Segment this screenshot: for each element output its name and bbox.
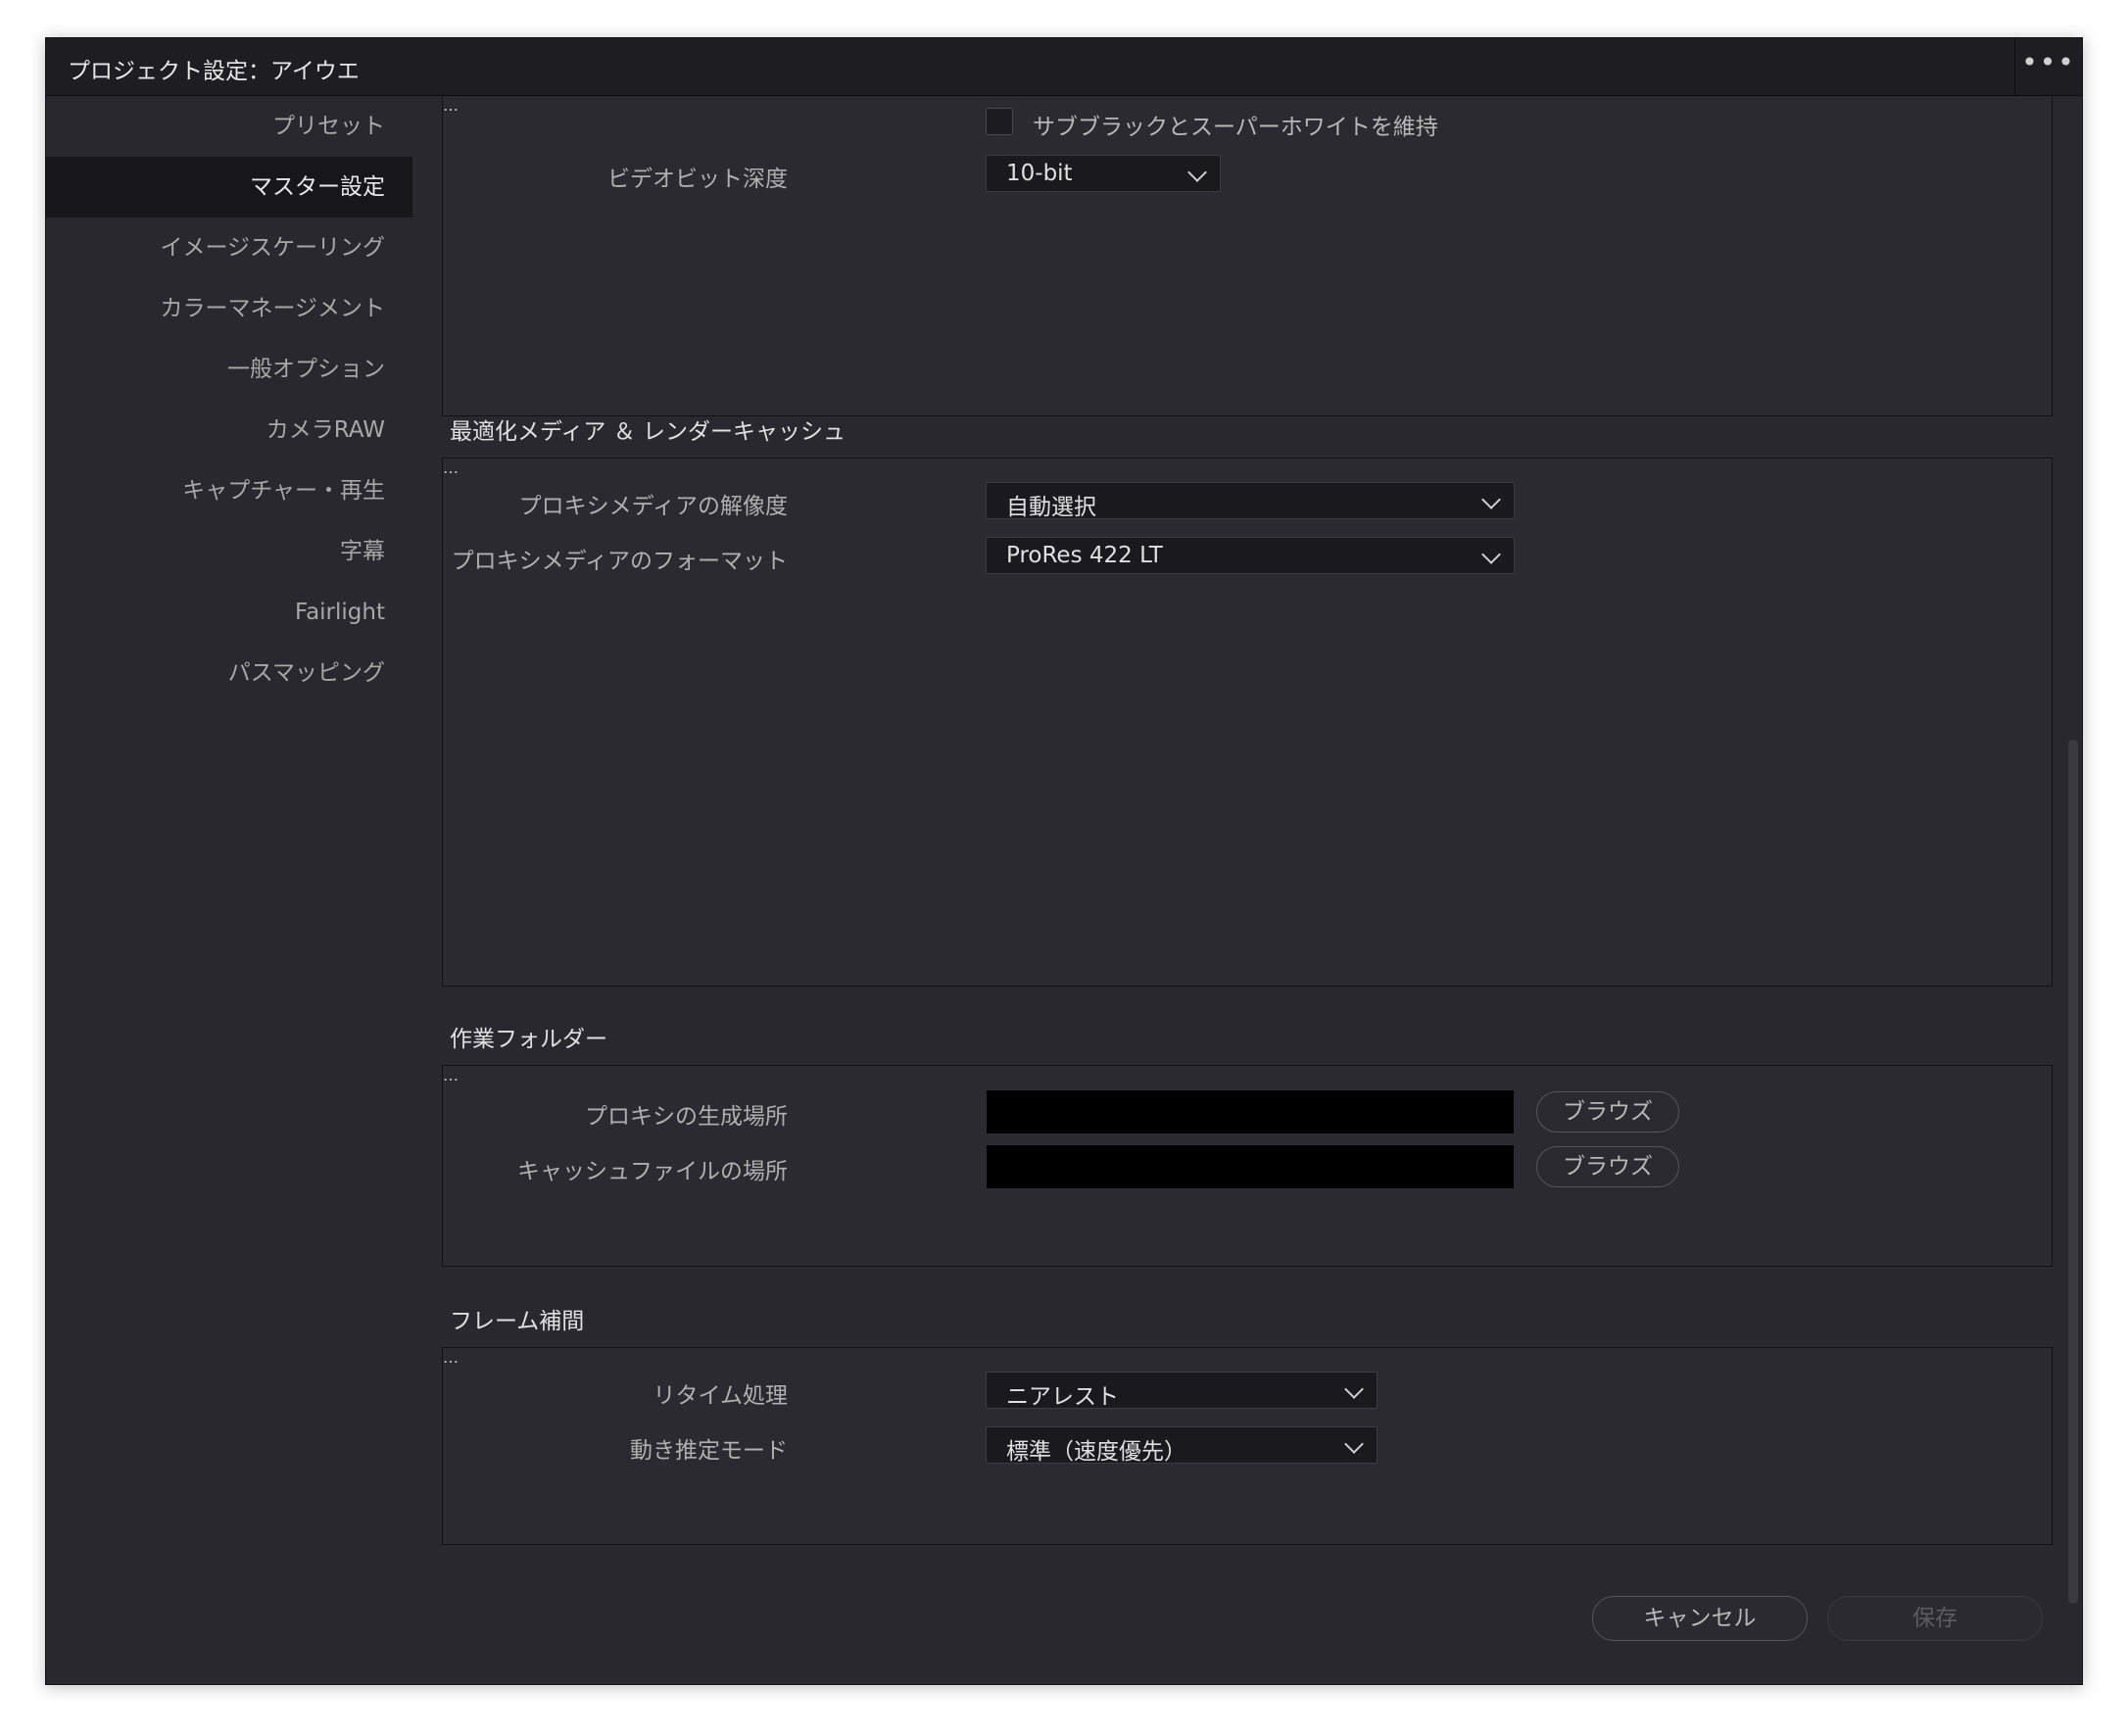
super-black-checkbox[interactable] xyxy=(986,108,1013,135)
proxy-format-value: ProRes 422 LT xyxy=(1006,543,1163,568)
optimized-media-section-title: 最適化メディア ＆ レンダーキャッシュ xyxy=(450,419,846,445)
cache-location-label: キャッシュファイルの場所 xyxy=(517,1159,788,1184)
super-black-label: サブブラックとスーパーホワイトを維持 xyxy=(1033,115,1438,140)
retime-value: ニアレスト xyxy=(1006,1384,1119,1410)
chevron-down-icon xyxy=(1187,163,1207,182)
optimized-media-panel: プロキシメディアの解像度 自動選択 プロキシメディアのフォーマット ProRes… xyxy=(442,458,2053,987)
sidebar-item-camera-raw[interactable]: カメラRAW xyxy=(46,400,412,460)
video-bit-depth-label: ビデオビット深度 xyxy=(607,167,788,192)
sidebar-item-general-options[interactable]: 一般オプション xyxy=(46,339,412,400)
retime-label: リタイム処理 xyxy=(653,1383,788,1409)
cancel-button[interactable]: キャンセル xyxy=(1592,1596,1808,1641)
cache-location-field[interactable] xyxy=(986,1144,1515,1189)
proxy-location-label: プロキシの生成場所 xyxy=(585,1104,788,1130)
motion-mode-dropdown[interactable]: 標準（速度優先） xyxy=(986,1426,1378,1465)
motion-mode-value: 標準（速度優先） xyxy=(1006,1439,1186,1465)
sidebar-item-subtitles[interactable]: 字幕 xyxy=(46,521,412,582)
retime-dropdown[interactable]: ニアレスト xyxy=(986,1372,1378,1410)
title-bar: プロジェクト設定：アイウエ ••• xyxy=(46,38,2082,96)
video-bit-depth-value: 10-bit xyxy=(1006,161,1073,186)
frame-interpolation-panel: リタイム処理 ニアレスト 動き推定モード 標準（速度優先） … xyxy=(442,1347,2053,1545)
working-folders-section-title: 作業フォルダー xyxy=(450,1027,607,1052)
sidebar-item-master-settings[interactable]: マスター設定 xyxy=(46,157,412,217)
chevron-down-icon xyxy=(1344,1379,1364,1399)
proxy-format-label: プロキシメディアのフォーマット xyxy=(451,549,788,574)
proxy-resolution-dropdown[interactable]: 自動選択 xyxy=(986,482,1515,520)
sidebar-item-color-management[interactable]: カラーマネージメント xyxy=(46,278,412,339)
more-options-icon[interactable]: ••• xyxy=(2014,38,2082,95)
sidebar-item-path-mapping[interactable]: パスマッピング xyxy=(46,643,412,703)
save-button[interactable]: 保存 xyxy=(1827,1596,2043,1641)
chevron-down-icon xyxy=(1344,1434,1364,1454)
cache-browse-button[interactable]: ブラウズ xyxy=(1536,1146,1679,1187)
chevron-down-icon xyxy=(1481,545,1501,564)
proxy-location-field[interactable] xyxy=(986,1089,1515,1134)
proxy-resolution-label: プロキシメディアの解像度 xyxy=(518,494,788,519)
sidebar-item-capture-playback[interactable]: キャプチャー・再生 xyxy=(46,460,412,521)
frame-interpolation-section-title: フレーム補間 xyxy=(450,1309,585,1334)
window-title: プロジェクト設定：アイウエ xyxy=(68,59,360,84)
working-folders-panel: プロキシの生成場所 ブラウズ キャッシュファイルの場所 ブラウズ … xyxy=(442,1065,2053,1267)
sidebar-item-presets[interactable]: プリセット xyxy=(46,96,412,157)
proxy-format-dropdown[interactable]: ProRes 422 LT xyxy=(986,537,1515,574)
proxy-browse-button[interactable]: ブラウズ xyxy=(1536,1091,1679,1133)
motion-mode-label: 動き推定モード xyxy=(630,1438,788,1464)
video-bit-depth-dropdown[interactable]: 10-bit xyxy=(986,155,1221,192)
vertical-scrollbar[interactable] xyxy=(2068,740,2078,1604)
sidebar-item-image-scaling[interactable]: イメージスケーリング xyxy=(46,217,412,278)
project-settings-window: プロジェクト設定：アイウエ ••• プリセット マスター設定 イメージスケーリン… xyxy=(45,37,2083,1685)
settings-sidebar: プリセット マスター設定 イメージスケーリング カラーマネージメント 一般オプシ… xyxy=(46,96,412,703)
video-monitoring-panel: サブブラックとスーパーホワイトを維持 ビデオビット深度 10-bit … xyxy=(442,96,2053,416)
chevron-down-icon xyxy=(1481,490,1501,509)
proxy-resolution-value: 自動選択 xyxy=(1006,495,1096,520)
sidebar-item-fairlight[interactable]: Fairlight xyxy=(46,582,412,643)
